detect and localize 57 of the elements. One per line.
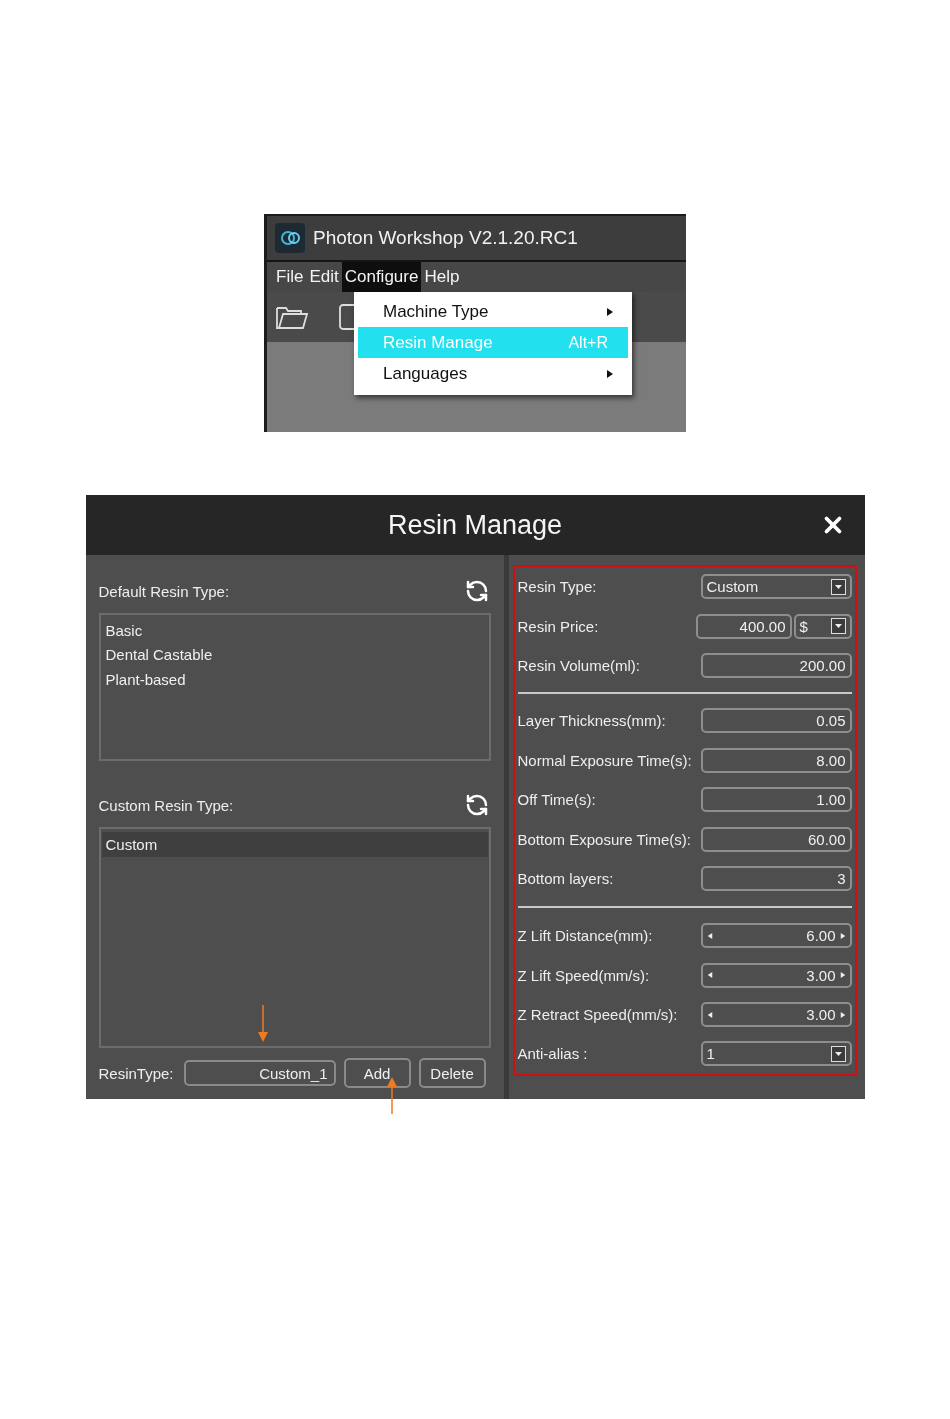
- dropdown-icon: [830, 618, 846, 635]
- number-field[interactable]: 60.00: [700, 826, 852, 852]
- currency-dropdown[interactable]: $: [793, 613, 852, 639]
- setting-label: Z Lift Speed(mm/s):: [517, 966, 650, 984]
- list-item[interactable]: Plant-based: [101, 667, 488, 692]
- setting-label: Bottom layers:: [517, 869, 614, 887]
- setting-label: Bottom Exposure Time(s):: [517, 830, 691, 848]
- increase-icon: [839, 1010, 846, 1019]
- annotation-arrow: [385, 1077, 398, 1114]
- number-field[interactable]: 200.00: [700, 652, 852, 678]
- refresh-icon[interactable]: [464, 579, 489, 603]
- spinner-field[interactable]: 6.00: [700, 923, 852, 949]
- decrease-icon: [706, 971, 713, 980]
- dropdown-field[interactable]: Custom: [700, 574, 852, 600]
- menu-item[interactable]: Languages: [358, 358, 628, 389]
- action-button[interactable]: Delete: [418, 1058, 486, 1088]
- number-field[interactable]: 3: [700, 865, 852, 891]
- decrease-icon: [706, 931, 713, 940]
- folder-icon[interactable]: [275, 304, 309, 330]
- resin-name-field[interactable]: Custom_1: [183, 1060, 336, 1086]
- increase-icon: [839, 931, 846, 940]
- setting-label: Resin Price:: [517, 617, 599, 635]
- list-item[interactable]: Custom: [101, 832, 488, 857]
- spinner-field[interactable]: 3.00: [700, 1002, 852, 1028]
- dialog-title: Resin Manage: [387, 509, 563, 541]
- number-field[interactable]: 1.00: [700, 787, 852, 813]
- setting-label: Resin Type:: [517, 578, 597, 596]
- app-logo-icon: [275, 223, 305, 253]
- list-item[interactable]: Basic: [101, 618, 488, 643]
- window-title: Photon Workshop V2.1.20.RC1: [313, 227, 578, 249]
- field-label: ResinType:: [98, 1064, 174, 1082]
- price-field[interactable]: 400.00: [695, 613, 792, 639]
- action-button[interactable]: Add: [343, 1058, 411, 1088]
- number-field[interactable]: 0.05: [700, 708, 852, 734]
- decrease-icon: [706, 1010, 713, 1019]
- dropdown-icon: [830, 578, 846, 595]
- refresh-icon[interactable]: [464, 793, 489, 817]
- list-item[interactable]: Dental Castable: [101, 642, 488, 667]
- spinner-field[interactable]: 3.00: [700, 962, 852, 988]
- menu-title[interactable]: Configure: [341, 262, 422, 292]
- menu-title[interactable]: Edit: [306, 262, 342, 292]
- dropdown-icon: [830, 1046, 846, 1062]
- dropdown-field[interactable]: 1: [700, 1041, 852, 1067]
- annotation-arrow: [256, 1005, 269, 1042]
- section-label: Custom Resin Type:: [98, 796, 234, 814]
- number-field[interactable]: 8.00: [700, 747, 852, 773]
- menu-title[interactable]: File: [273, 262, 307, 292]
- setting-label: Normal Exposure Time(s):: [517, 751, 692, 769]
- setting-label: Z Lift Distance(mm):: [517, 927, 653, 945]
- section-label: Default Resin Type:: [98, 582, 230, 600]
- setting-label: Resin Volume(ml):: [517, 656, 641, 674]
- menu-title[interactable]: Help: [421, 262, 463, 292]
- setting-label: Layer Thickness(mm):: [517, 712, 666, 730]
- setting-label: Off Time(s):: [517, 791, 596, 809]
- setting-label: Z Retract Speed(mm/s):: [517, 1006, 678, 1024]
- setting-label: Anti-alias :: [517, 1045, 588, 1063]
- increase-icon: [839, 971, 846, 980]
